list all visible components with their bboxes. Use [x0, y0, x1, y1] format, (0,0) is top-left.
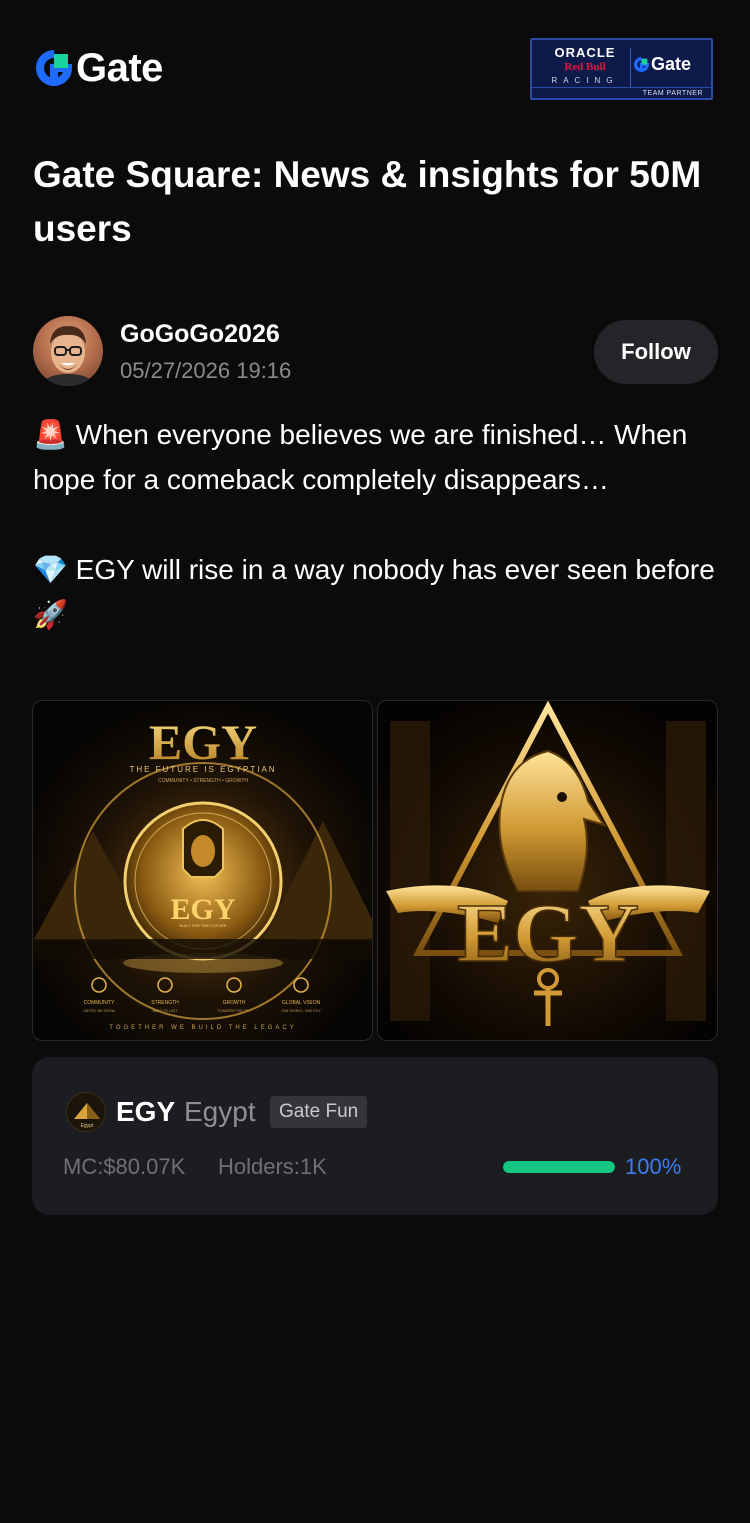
poster-coin-text: EGY [170, 893, 235, 926]
author-row: GoGoGo2026 05/27/2026 19:16 Follow [33, 316, 718, 388]
poster-tagline: THE FUTURE IS EGYPTIAN [129, 765, 276, 774]
partner-strip [532, 87, 711, 88]
token-progress-fill [503, 1161, 615, 1173]
post-paragraph-2-text: EGY will rise in a way nobody has ever s… [75, 554, 715, 585]
post-body: 🚨 When everyone believes we are finished… [33, 412, 723, 637]
poster-feature-4-sub: ONE WORLD. ONE EGY [281, 1009, 321, 1013]
token-progress-bar [503, 1161, 615, 1173]
partner-gate-text: Gate [651, 54, 692, 74]
post-image-2[interactable]: EGY [377, 700, 718, 1041]
token-symbol: EGY [116, 1096, 176, 1127]
poster-feature-2: STRENGTH [151, 1000, 179, 1006]
token-progress-label: 100% [625, 1154, 682, 1179]
gem-icon: 💎 [33, 553, 68, 586]
avatar-image [41, 326, 95, 386]
token-icon: Egypt [66, 1092, 106, 1132]
poster-feature-3: GROWTH [223, 1000, 246, 1006]
token-market-cap: MC:$80.07K [63, 1154, 186, 1179]
gate-logo[interactable]: Gate [36, 48, 163, 88]
partner-badge[interactable]: ORACLE Red Bull RACING Gate TEAM PARTNER [530, 38, 713, 100]
post-images: EGY THE FUTURE IS EGYPTIAN COMMUNITY • S… [32, 700, 718, 1041]
rocket-icon: 🚀 [33, 598, 68, 631]
post-image-1[interactable]: EGY THE FUTURE IS EGYPTIAN COMMUNITY • S… [32, 700, 373, 1041]
poster-coin-sub: BUILT FOR THE FUTURE [180, 923, 227, 928]
egy-poster-image: EGY THE FUTURE IS EGYPTIAN COMMUNITY • S… [33, 701, 372, 1040]
token-name: Egypt [184, 1096, 256, 1127]
pyramid-icon: Egypt [74, 1103, 100, 1129]
poster-footer: TOGETHER WE BUILD THE LEGACY [109, 1025, 296, 1031]
poster-feature-1-sub: UNITED WE GROW [83, 1009, 116, 1013]
token-icon-caption: Egypt [81, 1123, 94, 1129]
poster-feature-4: GLOBAL VISION [282, 1000, 321, 1006]
token-badge: Gate Fun [270, 1096, 368, 1128]
partner-redbull-text: Red Bull [564, 61, 606, 73]
gate-logo-icon [36, 50, 72, 86]
post-paragraph-1: 🚨 When everyone believes we are finished… [33, 412, 723, 502]
token-holders: Holders:1K [218, 1154, 327, 1179]
post-timestamp: 05/27/2026 19:16 [120, 358, 292, 383]
partner-racing-text: RACING [551, 76, 619, 85]
poster-feature-3-sub: TOWARDS THE TOP [217, 1009, 251, 1013]
gate-logo-text: Gate [76, 46, 163, 90]
partner-oracle-text: ORACLE [554, 45, 616, 60]
token-card[interactable]: Egypt EGY Egypt Gate Fun MC:$80.07K Hold… [32, 1057, 718, 1215]
post-paragraph-1-text: When everyone believes we are finished… … [33, 419, 688, 495]
horus-title: EGY [457, 887, 639, 980]
poster-feature-1: COMMUNITY [84, 1000, 115, 1006]
partner-divider [630, 48, 631, 88]
siren-icon: 🚨 [33, 418, 68, 451]
post-paragraph-2: 💎 EGY will rise in a way nobody has ever… [33, 547, 723, 637]
poster-title: EGY [149, 714, 257, 770]
partner-tagline: TEAM PARTNER [642, 90, 703, 97]
header: Gate ORACLE Red Bull RACING Gate TEAM PA… [0, 0, 750, 120]
author-name[interactable]: GoGoGo2026 [120, 320, 280, 349]
egy-horus-image: EGY [378, 701, 717, 1040]
partner-gate-icon [634, 57, 649, 72]
page-title: Gate Square: News & insights for 50M use… [33, 154, 702, 249]
poster-subtagline: COMMUNITY • STRENGTH • GROWTH [158, 778, 248, 784]
avatar[interactable] [33, 316, 103, 386]
poster-feature-2-sub: BUILT TO LAST [152, 1009, 178, 1013]
follow-button[interactable]: Follow [594, 320, 718, 384]
